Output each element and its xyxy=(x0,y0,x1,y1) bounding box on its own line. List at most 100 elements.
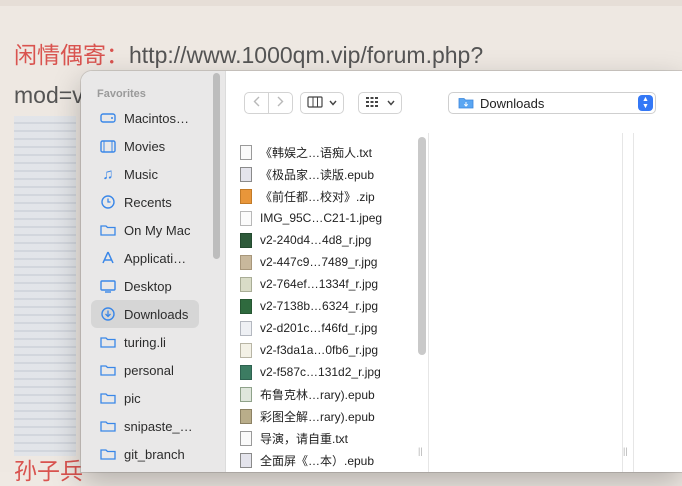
sidebar-item-label: snipaste_… xyxy=(124,418,193,434)
sidebar-item-label: pic xyxy=(124,390,141,406)
file-row[interactable]: v2-d201c…f46fd_r.jpg xyxy=(240,317,377,339)
image-file-icon xyxy=(240,254,252,270)
file-row[interactable]: 导演，请自重.txt xyxy=(240,427,348,449)
sidebar-item-macintosh-hd[interactable]: Macintos… xyxy=(91,104,199,132)
file-row[interactable]: 《韩娱之…语痴人.txt xyxy=(240,141,372,163)
column-divider xyxy=(622,133,623,472)
column-divider xyxy=(633,133,634,472)
sidebar-heading-favorites: Favorites xyxy=(97,88,146,100)
image-file-icon xyxy=(240,232,252,248)
file-row[interactable]: v2-447c9…7489_r.jpg xyxy=(240,251,377,273)
text-file-icon xyxy=(240,144,252,160)
file-row[interactable]: v2-f3da1a…0fb6_r.jpg xyxy=(240,339,378,361)
sidebar-item-label: Movies xyxy=(124,138,166,154)
file-row[interactable]: 《前任都…校对》.zip xyxy=(240,185,375,207)
image-file-icon xyxy=(240,320,252,336)
image-file-icon xyxy=(240,276,252,292)
column-resize-handle[interactable]: || xyxy=(418,446,423,456)
sidebar-item-downloads[interactable]: Downloads xyxy=(91,300,199,328)
file-name: v2-d201c…f46fd_r.jpg xyxy=(260,321,378,335)
back-button[interactable] xyxy=(245,93,268,113)
file-name: v2-f3da1a…0fb6_r.jpg xyxy=(260,343,379,357)
file-name: 全面屏《…本）.epub xyxy=(260,453,375,468)
background-url[interactable]: http://www.1000qm.vip/forum.php? xyxy=(129,42,483,68)
navigation-buttons xyxy=(244,92,293,114)
sidebar-item-label: git_branch xyxy=(124,446,185,462)
film-icon xyxy=(98,138,118,154)
file-row[interactable]: 全面屏《…本）.epub xyxy=(240,449,374,471)
sidebar-item-snipaste[interactable]: snipaste_… xyxy=(91,412,199,440)
background-label: 闲情偶寄： xyxy=(14,42,129,68)
background-thumbnail-image xyxy=(14,116,76,456)
file-row[interactable]: v2-f587c…131d2_r.jpg xyxy=(240,361,381,383)
file-name: IMG_95C…C21-1.jpeg xyxy=(260,211,383,225)
sidebar-item-applications[interactable]: Applicati… xyxy=(91,244,199,272)
column-resize-handle[interactable]: || xyxy=(623,446,628,456)
file-row[interactable]: v2-764ef…1334f_r.jpg xyxy=(240,273,378,295)
background-link-line: 闲情偶寄：http://www.1000qm.vip/forum.php? xyxy=(14,36,483,70)
file-name: v2-7138b…6324_r.jpg xyxy=(260,299,379,313)
file-name: 《极品家…读版.epub xyxy=(260,167,375,182)
epub-file-icon xyxy=(240,166,252,182)
toolbar: Downloads ▲ ▼ xyxy=(226,71,682,133)
blue-folder-icon xyxy=(458,97,474,109)
file-name: v2-447c9…7489_r.jpg xyxy=(260,255,378,269)
chevron-down-icon xyxy=(387,97,395,109)
image-file-icon xyxy=(240,210,252,226)
file-open-dialog: Favorites Macintos… Movies ♫ Music Recen… xyxy=(81,71,682,472)
sidebar-item-turing-li[interactable]: turing.li xyxy=(91,328,199,356)
file-name: v2-240d4…4d8_r.jpg xyxy=(260,233,372,247)
image-file-icon xyxy=(240,364,252,380)
text-file-icon xyxy=(240,430,252,446)
background-top-strip xyxy=(0,0,682,6)
file-name: 布鲁克林…rary).epub xyxy=(260,387,375,402)
sidebar: Favorites Macintos… Movies ♫ Music Recen… xyxy=(81,71,226,472)
folder-icon xyxy=(98,446,118,462)
file-row[interactable]: 彩图全解…rary).epub xyxy=(240,405,375,427)
file-name: 彩图全解…rary).epub xyxy=(260,409,375,424)
file-name: 《前任都…校对》.zip xyxy=(260,189,375,204)
image-file-icon xyxy=(240,342,252,358)
sidebar-item-recents[interactable]: Recents xyxy=(91,188,199,216)
file-row[interactable]: IMG_95C…C21-1.jpeg xyxy=(240,207,382,229)
sidebar-item-label: Downloads xyxy=(124,306,189,322)
view-mode-button[interactable] xyxy=(300,92,344,114)
file-name: v2-764ef…1334f_r.jpg xyxy=(260,277,379,291)
file-row[interactable]: v2-7138b…6324_r.jpg xyxy=(240,295,378,317)
sidebar-item-music[interactable]: ♫ Music xyxy=(91,160,199,188)
sidebar-item-movies[interactable]: Movies xyxy=(91,132,199,160)
sidebar-scrollbar[interactable] xyxy=(213,73,220,259)
sidebar-item-personal[interactable]: personal xyxy=(91,356,199,384)
file-name: v2-f587c…131d2_r.jpg xyxy=(260,365,381,379)
background-url-continuation: mod=v xyxy=(14,82,84,108)
applications-icon xyxy=(98,250,118,266)
sidebar-item-pic[interactable]: pic xyxy=(91,384,199,412)
sidebar-item-desktop[interactable]: Desktop xyxy=(91,272,199,300)
folder-icon xyxy=(98,362,118,378)
folder-icon xyxy=(98,418,118,434)
location-popup[interactable]: Downloads ▲ ▼ xyxy=(448,92,656,114)
file-row[interactable]: 《极品家…读版.epub xyxy=(240,163,374,185)
epub-file-icon xyxy=(240,386,252,402)
sidebar-item-label: turing.li xyxy=(124,334,166,350)
columns-view-icon xyxy=(307,95,323,111)
chevron-right-icon xyxy=(277,96,284,110)
sidebar-item-git-branch[interactable]: git_branch xyxy=(91,440,199,468)
background-footer-text: 孙子兵 xyxy=(14,458,83,484)
forward-button[interactable] xyxy=(268,93,292,113)
chevron-left-icon xyxy=(253,96,260,110)
sidebar-item-label: Applicati… xyxy=(124,250,187,266)
folder-icon xyxy=(98,390,118,406)
sidebar-item-label: Macintos… xyxy=(124,110,190,126)
epub-file-icon xyxy=(240,452,252,468)
zip-file-icon xyxy=(240,188,252,204)
download-icon xyxy=(98,306,118,322)
group-by-button[interactable] xyxy=(358,92,402,114)
file-row[interactable]: v2-240d4…4d8_r.jpg xyxy=(240,229,371,251)
disk-icon xyxy=(98,110,118,126)
file-row[interactable]: 布鲁克林…rary).epub xyxy=(240,383,375,405)
sidebar-item-on-my-mac[interactable]: On My Mac xyxy=(91,216,199,244)
sidebar-item-label: Recents xyxy=(124,194,172,210)
file-column-scrollbar[interactable] xyxy=(418,137,426,355)
column-divider xyxy=(428,133,429,472)
